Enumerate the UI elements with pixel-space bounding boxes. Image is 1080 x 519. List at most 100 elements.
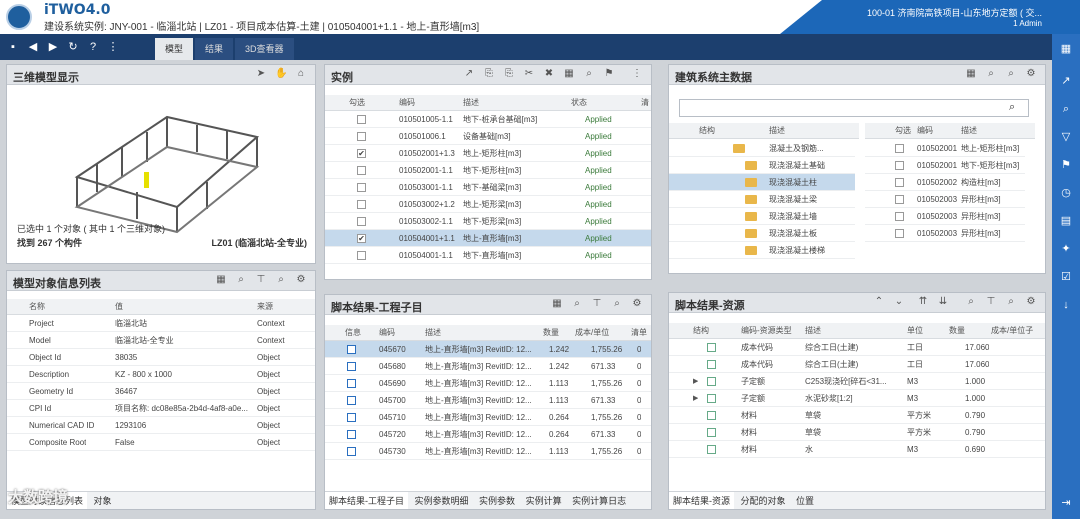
- search-icon[interactable]: ⌕: [571, 298, 583, 310]
- table-row[interactable]: ▶ 子定额 C253现浇砼[碎石<31... M3 1.000: [669, 373, 1045, 390]
- col-header[interactable]: 描述: [769, 123, 785, 139]
- help-icon[interactable]: ?: [86, 39, 100, 55]
- table-row[interactable]: Geometry Id 36467 Object: [7, 383, 315, 400]
- table-row[interactable]: Numerical CAD ID 1293106 Object: [7, 417, 315, 434]
- table-row[interactable]: 045680 地上-直形墙[m3] RevitID: 12... 1.242 671.…: [325, 358, 651, 375]
- forward-icon[interactable]: ▶: [46, 39, 60, 55]
- table-row[interactable]: 材料 草袋 平方米 0.790: [669, 407, 1045, 424]
- col-header[interactable]: 状态: [571, 95, 587, 111]
- table-row[interactable]: 成本代码 综合工日(土建) 工日 17.060: [669, 339, 1045, 356]
- chevron-up-icon[interactable]: ⌃: [873, 296, 885, 308]
- col-header[interactable]: 来源: [257, 299, 273, 315]
- row-checkbox[interactable]: [357, 251, 366, 260]
- share-icon[interactable]: ↗: [1059, 74, 1073, 88]
- search-icon[interactable]: ⌕: [611, 298, 623, 310]
- search-input[interactable]: [679, 99, 1029, 117]
- col-header[interactable]: 成本/单位: [575, 325, 609, 341]
- tree-node[interactable]: 现浇混凝土楼梯: [669, 242, 855, 259]
- table-row[interactable]: Project 临淄北站 Context: [7, 315, 315, 332]
- row-checkbox[interactable]: [895, 212, 904, 221]
- col-header[interactable]: 值: [115, 299, 123, 315]
- row-checkbox[interactable]: ✔: [357, 149, 366, 158]
- pin-icon[interactable]: ⊤: [255, 274, 267, 286]
- share-icon[interactable]: ↗: [463, 68, 475, 80]
- pointer-icon[interactable]: ➤: [255, 68, 267, 80]
- tree-node[interactable]: 现浇混凝土基础: [669, 157, 855, 174]
- row-checkbox[interactable]: [895, 229, 904, 238]
- table-row[interactable]: Object Id 38035 Object: [7, 349, 315, 366]
- back-icon[interactable]: ◀: [26, 39, 40, 55]
- table-row[interactable]: 010503002+1.2 地上-矩形梁[m3] Applied: [325, 196, 651, 213]
- copy-icon[interactable]: ⎘: [503, 68, 515, 80]
- pin-icon[interactable]: ⊤: [985, 296, 997, 308]
- pin-icon[interactable]: ⊤: [591, 298, 603, 310]
- tab-model[interactable]: 模型: [155, 38, 194, 60]
- col-header[interactable]: 名称: [29, 299, 45, 315]
- tab-3d-viewer[interactable]: 3D查看器: [235, 38, 294, 60]
- table-row[interactable]: 010502001 地上-矩形柱[m3]: [865, 140, 1025, 157]
- col-header[interactable]: 单位: [907, 323, 923, 339]
- table-row[interactable]: 010502003 异形柱[m3]: [865, 208, 1025, 225]
- table-row[interactable]: 010503002-1.1 地下-矩形梁[m3] Applied: [325, 213, 651, 230]
- table-row[interactable]: 010502002 构造柱[m3]: [865, 174, 1025, 191]
- table-row[interactable]: 010502001-1.1 地下-矩形柱[m3] Applied: [325, 162, 651, 179]
- col-header[interactable]: 结构: [693, 323, 709, 339]
- col-header[interactable]: 勾选: [349, 95, 365, 111]
- tab-object[interactable]: 对象: [90, 492, 116, 509]
- table-icon[interactable]: ▦: [551, 298, 563, 310]
- refresh-icon[interactable]: ↻: [66, 39, 80, 55]
- row-checkbox[interactable]: [357, 166, 366, 175]
- tree-node[interactable]: 混凝土及钢筋...: [669, 140, 855, 157]
- table-row[interactable]: 010504001-1.1 地下-直形墙[m3] Applied: [325, 247, 651, 264]
- tree-node[interactable]: 现浇混凝土柱: [669, 174, 855, 191]
- search-icon[interactable]: ⌕: [1059, 102, 1073, 116]
- row-checkbox[interactable]: [357, 183, 366, 192]
- filter-icon[interactable]: ▽: [1059, 130, 1073, 144]
- col-header[interactable]: 清: [641, 95, 649, 111]
- col-header[interactable]: 描述: [463, 95, 479, 111]
- col-header[interactable]: 描述: [425, 325, 441, 341]
- search-icon[interactable]: ⌕: [235, 274, 247, 286]
- table-row[interactable]: 010502001 地下-矩形柱[m3]: [865, 157, 1025, 174]
- table-row[interactable]: 045700 地上-直形墙[m3] RevitID: 12... 1.113 671.…: [325, 392, 651, 409]
- tab-assigned-objects[interactable]: 分配的对象: [737, 492, 790, 509]
- tab-location[interactable]: 位置: [792, 492, 818, 509]
- table-row[interactable]: 045730 地上-直形墙[m3] RevitID: 12... 1.113 1,75…: [325, 443, 651, 460]
- table-row[interactable]: 010501005-1.1 地下-桩承台基础[m3] Applied: [325, 111, 651, 128]
- gear-icon[interactable]: ⚙: [631, 298, 643, 310]
- tab-instance-params[interactable]: 实例参数: [475, 492, 519, 509]
- search-icon[interactable]: ⌕: [1005, 68, 1017, 80]
- table-row[interactable]: ✔ 010504001+1.1 地上-直形墙[m3] Applied: [325, 230, 651, 247]
- user-name[interactable]: 1 Admin: [1013, 19, 1042, 28]
- table-row[interactable]: 材料 水 M3 0.690: [669, 441, 1045, 458]
- table-icon[interactable]: ▦: [965, 68, 977, 80]
- tab-instance-param-detail[interactable]: 实例参数明细: [411, 492, 473, 509]
- row-checkbox[interactable]: [895, 178, 904, 187]
- tab-results[interactable]: 结果: [195, 38, 234, 60]
- row-checkbox[interactable]: [895, 195, 904, 204]
- col-header[interactable]: 编码: [399, 95, 415, 111]
- tab-instance-calc-log[interactable]: 实例计算日志: [568, 492, 630, 509]
- search-icon[interactable]: ⌕: [583, 68, 595, 80]
- copy-icon[interactable]: ⎘: [483, 68, 495, 80]
- table-row[interactable]: Model 临淄北站-全专业 Context: [7, 332, 315, 349]
- table-row[interactable]: 010503001-1.1 地下-基础梁[m3] Applied: [325, 179, 651, 196]
- table-row[interactable]: 成本代码 综合工日(土建) 工日 17.060: [669, 356, 1045, 373]
- document-icon[interactable]: ▤: [1059, 214, 1073, 228]
- clock-icon[interactable]: ◷: [1059, 186, 1073, 200]
- col-header[interactable]: 编码-资源类型: [741, 323, 792, 339]
- check-icon[interactable]: ☑: [1059, 270, 1073, 284]
- tree-node[interactable]: 现浇混凝土梁: [669, 191, 855, 208]
- table-row[interactable]: ▶ 子定额 水泥砂浆[1:2] M3 1.000: [669, 390, 1045, 407]
- row-checkbox[interactable]: ✔: [357, 234, 366, 243]
- expand-icon[interactable]: ▶: [693, 390, 698, 407]
- table-row[interactable]: Description KZ - 800 x 1000 Object: [7, 366, 315, 383]
- search-icon[interactable]: ⌕: [1005, 296, 1017, 308]
- more-icon[interactable]: ⋮: [631, 68, 643, 80]
- chevron-down-icon[interactable]: ⌄: [893, 296, 905, 308]
- col-header[interactable]: 数量: [543, 325, 559, 341]
- wand-icon[interactable]: ✦: [1059, 242, 1073, 256]
- gear-icon[interactable]: ⚙: [295, 274, 307, 286]
- table-row[interactable]: 材料 草袋 平方米 0.790: [669, 424, 1045, 441]
- save-icon[interactable]: ▪: [6, 39, 20, 55]
